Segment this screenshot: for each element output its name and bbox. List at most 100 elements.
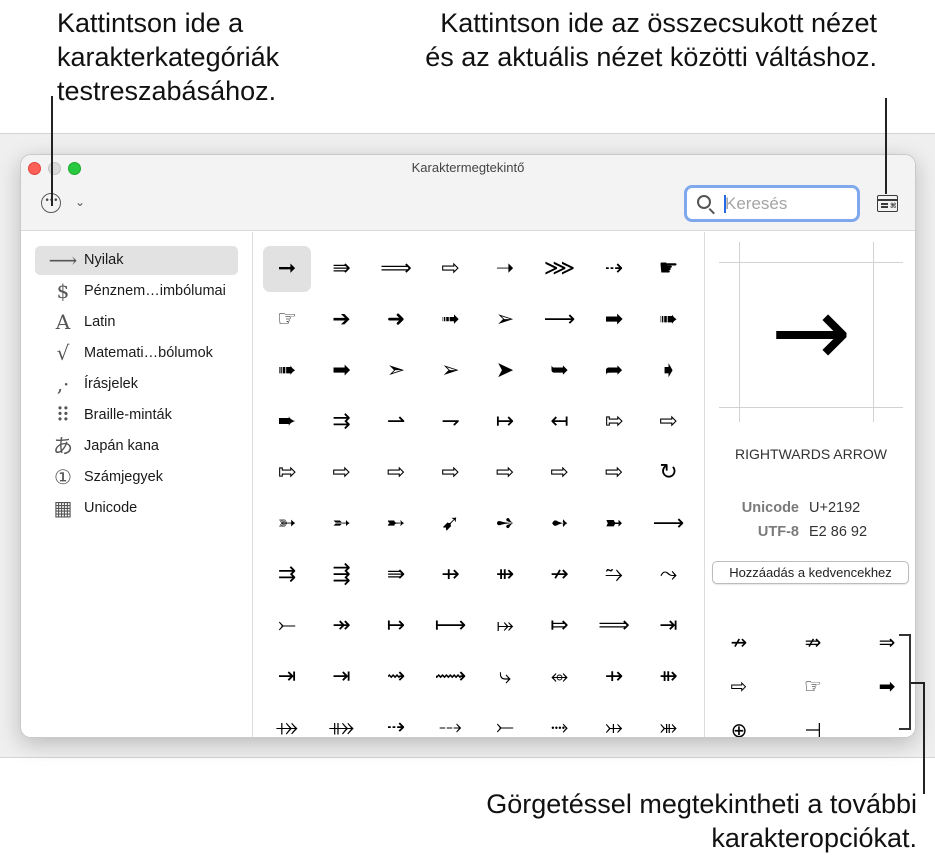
character-cell[interactable]: ➧ — [645, 348, 693, 394]
character-cell[interactable]: ⤕ — [645, 705, 693, 737]
character-cell[interactable]: ⤚ — [263, 603, 311, 649]
character-cell[interactable]: ⤔ — [590, 705, 638, 737]
character-cell[interactable]: ⟶ — [645, 501, 693, 547]
character-cell[interactable]: ⟼ — [427, 603, 475, 649]
character-cell[interactable]: ⤏ — [427, 705, 475, 737]
character-cell[interactable]: ➸ — [372, 501, 420, 547]
related-character[interactable]: ⊣ — [793, 712, 833, 737]
character-cell[interactable]: ⟹ — [372, 246, 420, 292]
character-cell[interactable]: ➻ — [536, 501, 584, 547]
character-cell[interactable]: ⇨ — [372, 450, 420, 496]
character-cell[interactable]: ➝ — [481, 246, 529, 292]
sidebar-item[interactable]: √ Matemati…bólumok — [35, 339, 238, 368]
search-input[interactable] — [725, 193, 853, 215]
character-cell[interactable]: ⇛ — [372, 552, 420, 598]
character-cell[interactable]: ⇸ — [427, 552, 475, 598]
character-cell[interactable]: ➤ — [481, 348, 529, 394]
character-cell[interactable]: ➦ — [590, 348, 638, 394]
character-cell[interactable]: ↦ — [372, 603, 420, 649]
character-cell[interactable]: ➼ — [590, 501, 638, 547]
character-cell[interactable]: ⇨ — [590, 450, 638, 496]
character-cell[interactable]: ➢ — [481, 297, 529, 343]
character-cell[interactable]: ⇻ — [481, 552, 529, 598]
character-cell[interactable]: ⇶ — [318, 552, 366, 598]
character-cell[interactable]: ☞ — [263, 297, 311, 343]
sidebar-item[interactable]: ⠿ Braille-minták — [35, 401, 238, 430]
character-cell[interactable]: ⇻ — [645, 654, 693, 700]
character-cell[interactable]: ↛ — [536, 552, 584, 598]
character-cell[interactable]: ⟹ — [590, 603, 638, 649]
related-character[interactable]: ⊕ — [719, 712, 759, 737]
character-cell[interactable]: ⥈ — [536, 654, 584, 700]
character-cell[interactable]: ⤳ — [645, 552, 693, 598]
character-cell[interactable]: ⋙ — [536, 246, 584, 292]
character-cell[interactable]: ⇥ — [645, 603, 693, 649]
view-toggle-icon[interactable]: ⌘ — [877, 195, 898, 212]
character-cell[interactable]: ⇛ — [318, 246, 366, 292]
character-cell[interactable]: ➵ — [318, 501, 366, 547]
character-cell[interactable]: ☛ — [645, 246, 693, 292]
character-cell[interactable]: ⇨ — [427, 246, 475, 292]
character-cell[interactable]: ⇉ — [318, 399, 366, 445]
character-cell[interactable]: ⇨ — [645, 399, 693, 445]
character-cell[interactable]: ↦ — [481, 399, 529, 445]
add-to-favorites-button[interactable]: Hozzáadás a kedvencekhez — [712, 561, 909, 584]
character-cell[interactable]: ➡ — [318, 348, 366, 394]
character-cell[interactable]: ↻ — [645, 450, 693, 496]
sidebar-item[interactable]: ‚· Írásjelek — [35, 370, 238, 399]
character-cell[interactable]: ➢ — [427, 348, 475, 394]
character-cell[interactable]: ⇰ — [263, 450, 311, 496]
character-cell[interactable]: ↤ — [536, 399, 584, 445]
search-field[interactable] — [684, 185, 860, 222]
character-cell[interactable]: ⤑ — [536, 705, 584, 737]
character-cell[interactable]: ⇨ — [427, 450, 475, 496]
character-cell[interactable]: ⇁ — [427, 399, 475, 445]
character-cell[interactable]: ⥲ — [590, 552, 638, 598]
character-cell[interactable]: ⇢ — [590, 246, 638, 292]
character-cell[interactable]: ➳ — [263, 501, 311, 547]
character-cell[interactable]: ➔ — [318, 297, 366, 343]
related-character[interactable]: ⇨ — [719, 668, 759, 704]
chevron-down-icon[interactable]: ⌄ — [75, 195, 85, 209]
character-cell[interactable]: ⇨ — [318, 450, 366, 496]
character-cell[interactable]: ⤷ — [481, 654, 529, 700]
character-cell[interactable]: ➠ — [645, 297, 693, 343]
character-cell[interactable]: ↠ — [318, 603, 366, 649]
related-character[interactable]: ↛ — [719, 624, 759, 660]
character-cell[interactable]: ➠ — [263, 348, 311, 394]
character-cell[interactable]: ⇝ — [372, 654, 420, 700]
character-cell[interactable]: ⇨ — [481, 450, 529, 496]
character-cell[interactable]: ⇥ — [263, 654, 311, 700]
character-cell[interactable]: ⇉ — [263, 552, 311, 598]
character-cell[interactable]: ⟶ — [536, 297, 584, 343]
sidebar-item[interactable]: ⟶ Nyilak — [35, 246, 238, 275]
sidebar-item[interactable]: あ Japán kana — [35, 432, 238, 461]
character-cell[interactable]: ⤚ — [481, 705, 529, 737]
character-cell[interactable]: ➞ — [263, 246, 311, 292]
related-character[interactable]: ⇏ — [793, 624, 833, 660]
character-cell[interactable]: ➺ — [481, 501, 529, 547]
character-cell[interactable]: ⤅ — [481, 603, 529, 649]
character-cell[interactable]: ➥ — [536, 348, 584, 394]
character-cell[interactable]: ➹ — [427, 501, 475, 547]
sidebar-item[interactable]: ▦ Unicode — [35, 494, 238, 523]
sidebar-item[interactable]: $ Pénznem…imbólumai — [35, 277, 238, 306]
character-cell[interactable]: ⇀ — [372, 399, 420, 445]
character-cell[interactable]: ⤇ — [536, 603, 584, 649]
character-cell[interactable]: ➨ — [263, 399, 311, 445]
character-cell[interactable]: ➟ — [427, 297, 475, 343]
character-cell[interactable]: ➣ — [372, 348, 420, 394]
character-cell[interactable]: ⇥ — [318, 654, 366, 700]
character-cell[interactable]: ⤀ — [263, 705, 311, 737]
related-character[interactable]: ☞ — [793, 668, 833, 704]
character-cell[interactable]: ⇨ — [536, 450, 584, 496]
sidebar-item[interactable]: ① Számjegyek — [35, 463, 238, 492]
character-cell[interactable]: ➜ — [372, 297, 420, 343]
character-cell[interactable]: ⇢ — [372, 705, 420, 737]
character-cell[interactable]: ⟿ — [427, 654, 475, 700]
character-cell[interactable]: ⤁ — [318, 705, 366, 737]
character-cell[interactable]: ➡ — [590, 297, 638, 343]
character-cell[interactable]: ⇰ — [590, 399, 638, 445]
sidebar-item[interactable]: A Latin — [35, 308, 238, 337]
character-cell[interactable]: ⇸ — [590, 654, 638, 700]
